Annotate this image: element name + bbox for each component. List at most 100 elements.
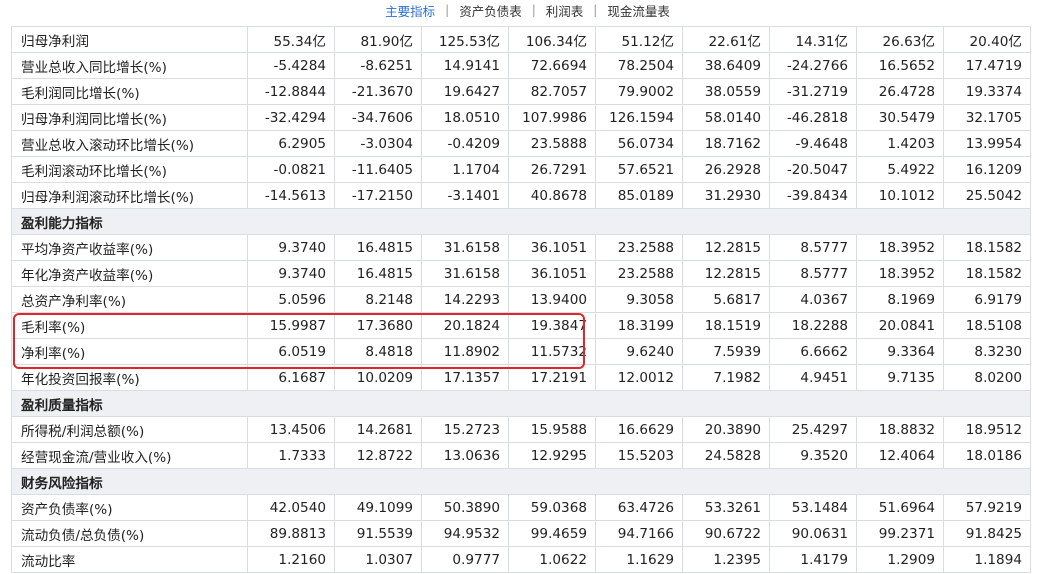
table-cell: 9.7135 [856, 364, 944, 391]
table-cell: 94.7166 [595, 520, 683, 547]
table-cell: 6.2905 [247, 130, 335, 157]
section-header-row: 财务风险指标 [11, 468, 1031, 495]
table-cell: 18.1582 [943, 260, 1031, 287]
table-cell: 63.4726 [595, 494, 683, 521]
table-cell: -21.3670 [334, 78, 422, 105]
table-cell: -17.2150 [334, 182, 422, 209]
table-cell: 7.1982 [682, 364, 770, 391]
table-cell: 5.4922 [856, 156, 944, 183]
table-cell: 31.2930 [682, 182, 770, 209]
table-cell: 16.4815 [334, 260, 422, 287]
table-cell: 14.31亿 [769, 26, 857, 53]
tab-balance-sheet[interactable]: 资产负债表 [456, 1, 525, 20]
table-cell: 6.1687 [247, 364, 335, 391]
table-cell: 126.1594 [595, 104, 683, 131]
table-cell: 24.5828 [682, 442, 770, 469]
table-cell: 18.3952 [856, 260, 944, 287]
table-cell: 6.9179 [943, 286, 1031, 313]
table-cell: 8.1969 [856, 286, 944, 313]
table-cell: 59.0368 [508, 494, 596, 521]
table-cell: 8.3230 [943, 338, 1031, 365]
table-row: 归母净利润 55.34亿 81.90亿 125.53亿 106.34亿 51.12亿 22.… [11, 26, 1031, 53]
table-cell: 17.3680 [334, 312, 422, 339]
table-cell: 57.6521 [595, 156, 683, 183]
table-row: 毛利润同比增长(%) -12.8844 -21.3670 19.6427 82.7057… [11, 78, 1031, 105]
table-cell: 53.3261 [682, 494, 770, 521]
table-row: 归母净利润同比增长(%) -32.4294 -34.7606 18.0510 107.9… [11, 104, 1031, 131]
table-row: 毛利率(%) 15.9987 17.3680 20.1824 19.3847 18.319… [11, 312, 1031, 339]
table-cell: 17.4719 [943, 52, 1031, 79]
table-cell: 15.9987 [247, 312, 335, 339]
table-row: 总资产净利率(%) 5.0596 8.2148 14.2293 13.9400 9.305… [11, 286, 1031, 313]
table-cell: 11.5732 [508, 338, 596, 365]
table-cell: 20.40亿 [943, 26, 1031, 53]
table-cell: 40.8678 [508, 182, 596, 209]
table-cell: 51.12亿 [595, 26, 683, 53]
table-cell: 1.2909 [856, 546, 944, 573]
table-cell: 125.53亿 [421, 26, 509, 53]
table-cell: 81.90亿 [334, 26, 422, 53]
table-cell: 13.0636 [421, 442, 509, 469]
table-cell: 12.8722 [334, 442, 422, 469]
table-cell: 16.6629 [595, 416, 683, 443]
table-cell: 78.2504 [595, 52, 683, 79]
table-cell: 12.2815 [682, 260, 770, 287]
table-cell: 9.3740 [247, 234, 335, 261]
table-cell: 5.6817 [682, 286, 770, 313]
tab-cash-flow-statement[interactable]: 现金流量表 [604, 1, 673, 20]
table-cell: 26.4728 [856, 78, 944, 105]
table-cell: -46.2818 [769, 104, 857, 131]
table-cell: 18.3199 [595, 312, 683, 339]
tab-main-indicators[interactable]: 主要指标 [382, 1, 438, 20]
table-cell: 26.63亿 [856, 26, 944, 53]
tab-separator: | [593, 3, 598, 17]
table-cell: 23.2588 [595, 260, 683, 287]
table-cell: 55.34亿 [247, 26, 335, 53]
tab-separator: | [531, 3, 536, 17]
table-cell: 18.9512 [943, 416, 1031, 443]
table-cell: 15.2723 [421, 416, 509, 443]
tab-income-statement[interactable]: 利润表 [543, 1, 587, 20]
section-title: 盈利能力指标 [11, 208, 1031, 235]
row-label: 年化净资产收益率(%) [11, 260, 248, 287]
table-cell: -11.6405 [334, 156, 422, 183]
row-label: 年化投资回报率(%) [11, 364, 248, 391]
table-cell: 6.6662 [769, 338, 857, 365]
table-row: 净利率(%) 6.0519 8.4818 11.8902 11.5732 9.6240 7.… [11, 338, 1031, 365]
table-cell: -0.0821 [247, 156, 335, 183]
table-cell: 1.1894 [943, 546, 1031, 573]
table-cell: 13.9400 [508, 286, 596, 313]
table-cell: 14.2681 [334, 416, 422, 443]
table-cell: 30.5479 [856, 104, 944, 131]
table-cell: 20.1824 [421, 312, 509, 339]
table-cell: 94.9532 [421, 520, 509, 547]
table-cell: -14.5613 [247, 182, 335, 209]
table-cell: 14.9141 [421, 52, 509, 79]
table-cell: 16.5652 [856, 52, 944, 79]
table-cell: 26.2928 [682, 156, 770, 183]
table-cell: 31.6158 [421, 260, 509, 287]
table-cell: -12.8844 [247, 78, 335, 105]
table-cell: -31.2719 [769, 78, 857, 105]
table-cell: 8.0200 [943, 364, 1031, 391]
table-cell: 42.0540 [247, 494, 335, 521]
table-cell: 23.5888 [508, 130, 596, 157]
row-label: 经营现金流/营业收入(%) [11, 442, 248, 469]
row-label: 流动负债/总负债(%) [11, 520, 248, 547]
table-cell: 19.3374 [943, 78, 1031, 105]
table-cell: 32.1705 [943, 104, 1031, 131]
table-cell: 1.7333 [247, 442, 335, 469]
table-row: 所得税/利润总额(%) 13.4506 14.2681 15.2723 15.9588 1… [11, 416, 1031, 443]
table-cell: 79.9002 [595, 78, 683, 105]
table-cell: 18.1582 [943, 234, 1031, 261]
table-cell: -0.4209 [421, 130, 509, 157]
table-cell: 1.0622 [508, 546, 596, 573]
table-cell: 18.0510 [421, 104, 509, 131]
table-cell: 57.9219 [943, 494, 1031, 521]
table-cell: 82.7057 [508, 78, 596, 105]
table-cell: 12.0012 [595, 364, 683, 391]
table-cell: 13.4506 [247, 416, 335, 443]
table-cell: 9.3740 [247, 260, 335, 287]
table-row: 归母净利润滚动环比增长(%) -14.5613 -17.2150 -3.1401 40.… [11, 182, 1031, 209]
table-cell: 51.6964 [856, 494, 944, 521]
